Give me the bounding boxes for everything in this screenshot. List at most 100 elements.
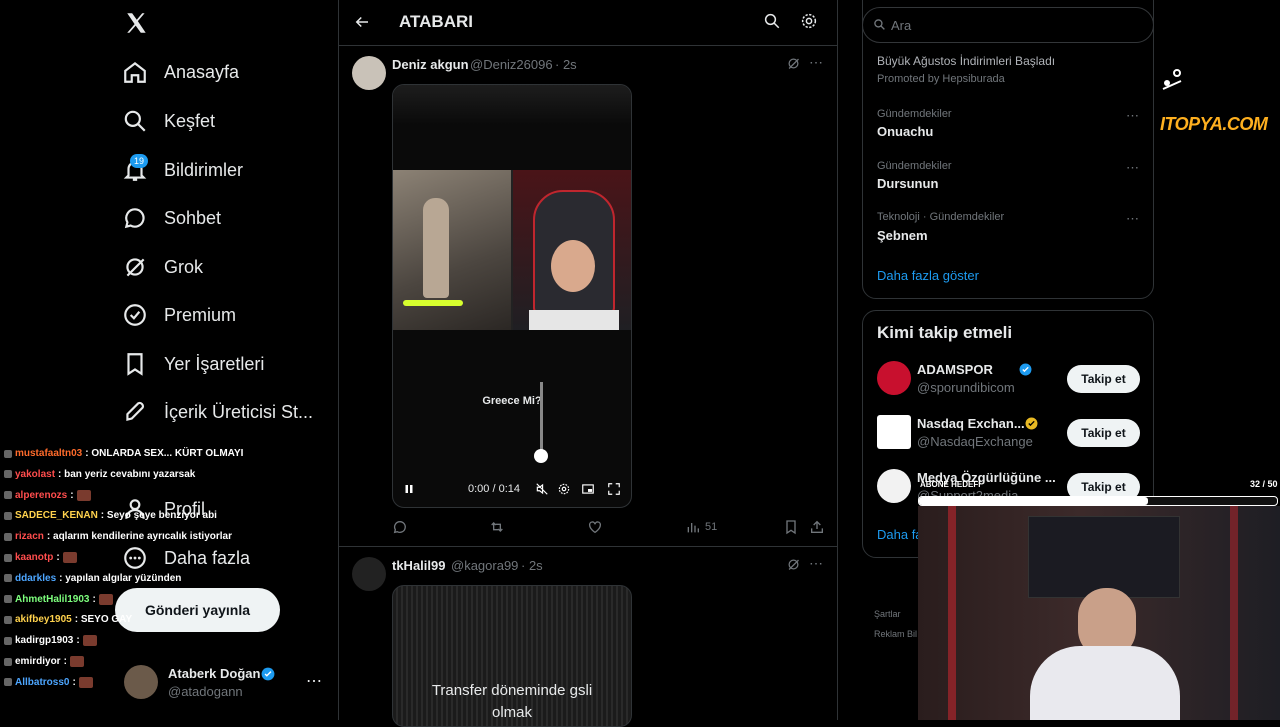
tweet-author-name[interactable]: tkHalil99 xyxy=(392,558,445,573)
reply-icon xyxy=(392,519,408,535)
chat-text: : aqlarım kendilerine ayrıcalık istiyorl… xyxy=(46,531,232,543)
sub-goal-count: 32 / 50 xyxy=(1250,479,1278,489)
x-logo-icon[interactable] xyxy=(124,10,150,36)
show-more-link[interactable]: Daha fa xyxy=(877,527,923,542)
avatar xyxy=(124,665,158,699)
trend-name[interactable]: Onuachu xyxy=(877,124,933,139)
promo-label: Promoted by Hepsiburada xyxy=(877,73,1005,85)
nav-profile[interactable]: Profil xyxy=(122,489,205,529)
chat-message: yakolast: ban yeriz cevabını yazarsak xyxy=(4,469,195,480)
chat-message: ddarkles: yapılan algılar yüzünden xyxy=(4,573,181,584)
account-switcher[interactable]: Ataberk Doğan @atadogann ⋯ xyxy=(124,663,334,703)
verified-icon xyxy=(261,667,275,681)
repost-button[interactable] xyxy=(489,519,505,535)
nav-chat[interactable]: Sohbet xyxy=(122,198,221,238)
avatar[interactable] xyxy=(877,469,911,503)
reply-button[interactable] xyxy=(392,519,408,535)
tweet-time[interactable]: · 2s xyxy=(521,558,543,573)
tweet-author-name[interactable]: Deniz akgun xyxy=(392,57,469,72)
video-timestamp: 0:00 / 0:14 xyxy=(468,483,520,495)
show-more-link[interactable]: Daha fazla göster xyxy=(877,268,979,283)
like-button[interactable] xyxy=(587,519,603,535)
follow-name[interactable]: Nasdaq Exchan... xyxy=(917,416,1025,431)
tweet-time[interactable]: · 2s xyxy=(555,57,577,72)
video-frame-top xyxy=(393,85,631,125)
chat-message: kaanotp: xyxy=(4,552,77,563)
share-icon xyxy=(809,519,825,535)
chat-username: alperenozs xyxy=(15,489,68,501)
nav-explore[interactable]: Keşfet xyxy=(122,101,215,141)
back-arrow-icon[interactable] xyxy=(353,13,371,31)
bookmark-button[interactable] xyxy=(783,519,799,535)
search-icon[interactable] xyxy=(763,12,781,30)
chat-badge-icon xyxy=(4,636,12,645)
chat-badge-icon xyxy=(4,491,12,500)
chat-text: : yapılan algılar yüzünden xyxy=(59,572,182,584)
post-button[interactable]: Gönderi yayınla xyxy=(115,588,280,632)
tweet-author-handle[interactable]: @Deniz26096 xyxy=(470,57,553,72)
gear-icon[interactable] xyxy=(800,12,818,30)
grok-icon[interactable] xyxy=(786,56,801,71)
verified-gold-icon xyxy=(1025,417,1038,430)
tweet[interactable]: tkHalil99 @kagora99 · 2s ⋯ Transfer döne… xyxy=(339,547,837,727)
chat-badge-icon xyxy=(4,449,12,458)
video-player[interactable]: Greece Mi? 0:00 / 0:14 xyxy=(392,84,632,508)
volume-slider-handle[interactable] xyxy=(534,449,548,463)
views-button[interactable]: 51 xyxy=(685,519,717,535)
avatar[interactable] xyxy=(352,56,386,90)
avatar[interactable] xyxy=(877,361,911,395)
fullscreen-icon[interactable] xyxy=(607,482,621,496)
more-dots-icon[interactable]: ⋯ xyxy=(1126,211,1139,227)
profile-handle: @atadogann xyxy=(168,684,243,699)
sub-goal-progress-bar xyxy=(918,496,1278,506)
volume-slider[interactable] xyxy=(540,382,543,458)
video-left-pane xyxy=(393,170,511,330)
share-button[interactable] xyxy=(809,519,825,535)
avatar[interactable] xyxy=(352,557,386,591)
card-title: Kimi takip etmeli xyxy=(877,323,1013,342)
chat-badge-icon xyxy=(4,657,12,666)
more-dots-icon[interactable]: ⋯ xyxy=(1126,160,1139,176)
chat-username: Allbatross0 xyxy=(15,676,70,688)
tweet[interactable]: Deniz akgun @Deniz26096 · 2s ⋯ Greece Mi… xyxy=(339,46,837,547)
more-dots-icon[interactable]: ⋯ xyxy=(809,54,823,71)
promo-title[interactable]: Büyük Ağustos İndirimleri Başladı xyxy=(877,54,1055,68)
avatar[interactable] xyxy=(877,415,911,449)
nav-bookmarks[interactable]: Yer İşaretleri xyxy=(122,344,264,384)
profile-name: Ataberk Doğan xyxy=(168,666,261,681)
trend-category: Teknoloji · Gündemdekiler xyxy=(877,211,1005,223)
more-dots-icon[interactable]: ⋯ xyxy=(1126,108,1139,124)
follow-handle[interactable]: @sporundibicom xyxy=(917,380,1015,395)
footer-link[interactable]: Şartlar xyxy=(874,609,901,619)
follow-handle[interactable]: @NasdaqExchange xyxy=(917,434,1033,449)
search-input[interactable]: Ara xyxy=(891,18,911,33)
nav-grok[interactable]: Grok xyxy=(122,247,203,287)
pause-icon[interactable] xyxy=(403,483,415,495)
chat-emote-icon xyxy=(76,489,91,501)
search-icon xyxy=(122,108,148,134)
follow-button[interactable]: Takip et xyxy=(1067,419,1140,447)
nav-label: Sohbet xyxy=(164,207,222,228)
nav-label: Keşfet xyxy=(164,110,216,131)
search-box[interactable]: Ara xyxy=(862,7,1154,43)
follow-name[interactable]: ADAMSPOR xyxy=(917,362,993,377)
image-media[interactable]: Transfer döneminde gsli olmak xyxy=(392,585,632,727)
trend-name[interactable]: Şebnem xyxy=(877,228,928,243)
settings-icon[interactable] xyxy=(557,482,571,496)
nav-home[interactable]: Anasayfa xyxy=(122,52,239,92)
nav-creator-studio[interactable]: İçerik Üreticisi St... xyxy=(122,392,313,432)
more-dots-icon[interactable]: ⋯ xyxy=(809,555,823,572)
chat-badge-icon xyxy=(4,553,12,562)
tweet-author-handle[interactable]: @kagora99 xyxy=(451,558,518,573)
trend-name[interactable]: Dursunun xyxy=(877,176,938,191)
bookmark-icon xyxy=(122,351,148,377)
chat-username: AhmetHalil1903 xyxy=(15,593,90,605)
grok-icon[interactable] xyxy=(786,557,801,572)
nav-premium[interactable]: Premium xyxy=(122,295,236,335)
picture-in-picture-icon[interactable] xyxy=(581,482,595,496)
follow-button[interactable]: Takip et xyxy=(1067,365,1140,393)
nav-label: Anasayfa xyxy=(164,61,240,82)
chat-badge-icon xyxy=(4,532,12,541)
mute-icon[interactable] xyxy=(535,482,549,496)
footer-link[interactable]: Reklam Bil xyxy=(874,629,917,639)
